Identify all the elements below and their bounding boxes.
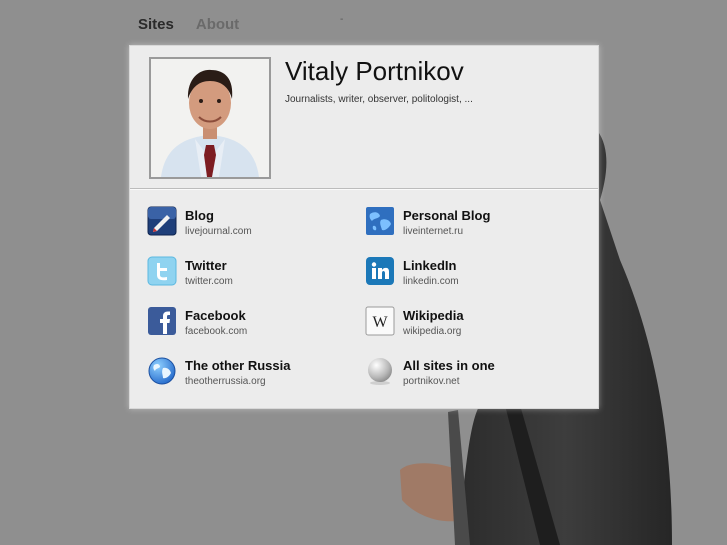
link-title: Blog (185, 208, 214, 223)
link-url: livejournal.com (185, 226, 252, 237)
link-title: The other Russia (185, 358, 291, 373)
link-url: linkedin.com (403, 276, 459, 287)
profile-description: Journalists, writer, observer, politolog… (285, 94, 473, 105)
wikipedia-icon: W (365, 306, 395, 336)
link-facebook[interactable]: Facebook facebook.com (147, 306, 247, 337)
liveinternet-globe-icon (366, 207, 394, 235)
globe-icon (148, 357, 176, 385)
link-twitter[interactable]: Twitter twitter.com (147, 256, 233, 287)
svg-text:W: W (372, 314, 388, 331)
nav-sites[interactable]: Sites (138, 16, 174, 33)
link-url: portnikov.net (403, 376, 460, 387)
avatar (149, 57, 271, 179)
profile-card: Vitaly Portnikov Journalists, writer, ob… (129, 45, 599, 409)
nav-separator: - (340, 14, 344, 25)
facebook-icon (148, 307, 176, 335)
link-title: Twitter (185, 258, 227, 273)
link-title: Wikipedia (403, 308, 464, 323)
link-linkedin[interactable]: LinkedIn linkedin.com (365, 256, 459, 287)
link-url: wikipedia.org (403, 326, 462, 337)
avatar-photo (151, 59, 269, 177)
profile-name: Vitaly Portnikov (285, 56, 464, 86)
link-title: All sites in one (403, 358, 495, 373)
link-url: facebook.com (185, 326, 248, 337)
divider (130, 188, 598, 190)
linkedin-icon (366, 257, 394, 285)
link-title: LinkedIn (403, 258, 457, 273)
link-blog[interactable]: Blog livejournal.com (147, 206, 252, 237)
link-url: liveinternet.ru (403, 226, 464, 237)
link-all-sites[interactable]: All sites in one portnikov.net (365, 356, 495, 387)
top-nav: Sites About (138, 16, 239, 33)
link-title: Facebook (185, 308, 246, 323)
nav-about[interactable]: About (196, 16, 239, 33)
sphere-icon (368, 358, 392, 385)
link-url: twitter.com (185, 276, 233, 287)
livejournal-icon (147, 206, 177, 236)
link-wikipedia[interactable]: W Wikipedia wikipedia.org (365, 306, 464, 337)
link-url: theotherrussia.org (185, 376, 266, 387)
twitter-icon (147, 256, 177, 286)
link-personal-blog[interactable]: Personal Blog liveinternet.ru (365, 206, 490, 237)
link-the-other-russia[interactable]: The other Russia theotherrussia.org (147, 356, 290, 387)
link-title: Personal Blog (403, 208, 491, 223)
